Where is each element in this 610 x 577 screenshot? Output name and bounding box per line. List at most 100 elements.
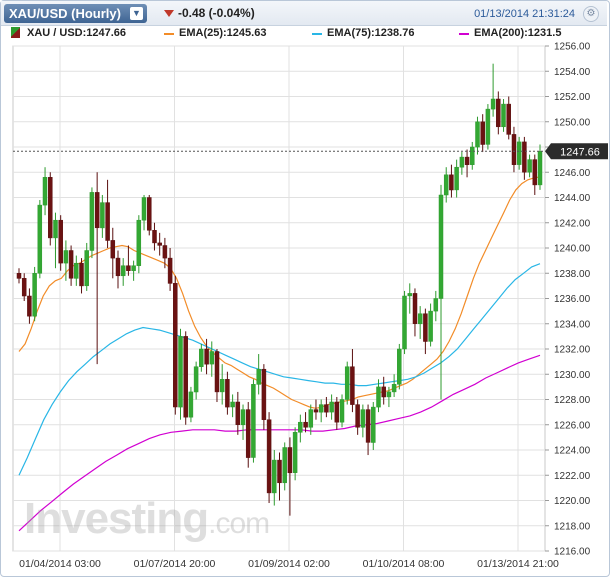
- candle-body: [167, 257, 173, 284]
- x-tick-label: 01/13/2014 21:00: [477, 558, 559, 570]
- candle-body: [141, 197, 147, 221]
- candle-body: [501, 103, 506, 128]
- candle-body: [94, 192, 100, 229]
- candle-body: [63, 250, 69, 264]
- candle-body: [308, 409, 314, 428]
- candle-body: [21, 278, 27, 297]
- candle-body: [334, 401, 340, 423]
- candle-body: [110, 240, 116, 259]
- y-tick-label: 1220.00: [554, 496, 591, 507]
- candle-body: [68, 250, 74, 279]
- candle-body: [303, 421, 308, 428]
- candle-body: [152, 230, 157, 244]
- candle-body: [298, 421, 303, 433]
- candle-body: [287, 447, 293, 474]
- y-tick-label: 1250.00: [554, 117, 591, 128]
- investing-watermark: Investing.com: [24, 494, 270, 544]
- candle-body: [277, 459, 282, 484]
- candle-body: [511, 134, 517, 165]
- y-tick-label: 1256.00: [554, 42, 591, 53]
- candle-body: [272, 459, 277, 494]
- candle-body: [464, 156, 470, 165]
- candle-body: [459, 156, 465, 168]
- candle-body: [162, 245, 168, 259]
- candle-body: [240, 409, 246, 426]
- candle-body: [412, 293, 418, 324]
- candle-body: [115, 257, 121, 277]
- candle-body: [209, 351, 215, 365]
- current-price-label: 1247.66: [560, 146, 600, 158]
- candle-body: [183, 336, 188, 418]
- candle-body: [506, 103, 511, 135]
- y-tick-label: 1216.00: [554, 547, 591, 558]
- candle-body: [470, 146, 475, 165]
- candle-body: [79, 262, 84, 287]
- candle-body: [42, 177, 48, 206]
- candle-body: [339, 399, 345, 423]
- y-tick-label: 1238.00: [554, 269, 591, 280]
- candle-body: [48, 177, 53, 239]
- x-tick-label: 01/04/2014 03:00: [19, 558, 101, 570]
- candle-body: [417, 313, 423, 325]
- y-tick-label: 1246.00: [554, 168, 591, 179]
- candle-body: [199, 348, 204, 367]
- candle-body: [423, 313, 428, 342]
- candle-body: [428, 310, 433, 342]
- y-tick-label: 1244.00: [554, 193, 591, 204]
- candle-body: [365, 409, 371, 443]
- candle-body: [496, 98, 501, 128]
- candle-body: [219, 379, 225, 393]
- watermark-brand: Investing: [24, 494, 209, 543]
- y-tick-label: 1224.00: [554, 446, 591, 457]
- candle-body: [204, 348, 209, 365]
- x-tick-label: 01/07/2014 20:00: [134, 558, 216, 570]
- y-tick-label: 1234.00: [554, 319, 591, 330]
- candle-body: [126, 265, 131, 271]
- candle-body: [214, 351, 220, 393]
- candle-body: [475, 121, 480, 148]
- candle-body: [313, 409, 319, 413]
- candle-body: [381, 386, 386, 398]
- y-tick-label: 1230.00: [554, 370, 591, 381]
- candle-body: [324, 404, 329, 413]
- candle-body: [120, 265, 126, 277]
- candle-body: [350, 366, 355, 405]
- candle-body: [360, 409, 366, 428]
- candle-body: [261, 368, 267, 420]
- y-tick-label: 1232.00: [554, 345, 591, 356]
- candle-body: [371, 406, 376, 443]
- candle-body: [27, 295, 32, 317]
- candle-body: [522, 141, 527, 173]
- candle-body: [173, 283, 178, 408]
- candle-body: [193, 366, 199, 393]
- candle-body: [516, 141, 522, 165]
- candle-body: [480, 121, 485, 145]
- candle-body: [131, 265, 136, 271]
- candle-body: [391, 384, 397, 393]
- candle-body: [105, 202, 110, 241]
- candle-body: [100, 202, 105, 229]
- candle-body: [527, 159, 532, 173]
- candle-body: [449, 174, 454, 191]
- x-tick-label: 01/09/2014 02:00: [248, 558, 330, 570]
- candle-body: [537, 151, 543, 186]
- candle-body: [485, 108, 491, 145]
- candle-body: [433, 298, 439, 312]
- candle-body: [74, 262, 79, 279]
- candle-body: [318, 404, 324, 413]
- candle-body: [16, 273, 22, 279]
- candle-body: [230, 401, 235, 408]
- candle-body: [438, 194, 444, 299]
- y-tick-label: 1236.00: [554, 294, 591, 305]
- y-tick-label: 1228.00: [554, 395, 591, 406]
- candle-body: [443, 174, 449, 196]
- candle-body: [256, 368, 261, 385]
- y-tick-label: 1242.00: [554, 218, 591, 229]
- y-tick-label: 1226.00: [554, 420, 591, 431]
- candle-body: [235, 401, 241, 425]
- candle-body: [53, 219, 58, 239]
- candle-body: [355, 404, 360, 428]
- candle-body: [376, 386, 381, 408]
- candle-body: [37, 204, 43, 274]
- candle-body: [292, 432, 298, 473]
